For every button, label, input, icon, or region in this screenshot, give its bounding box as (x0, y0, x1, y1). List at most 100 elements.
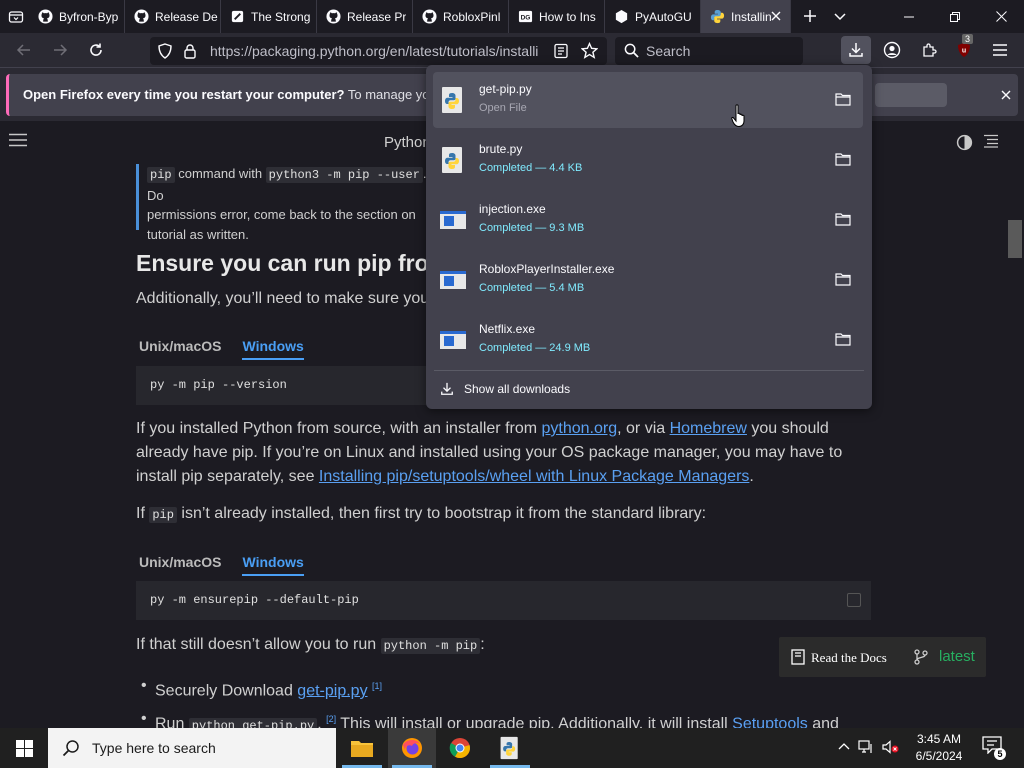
github-icon (421, 9, 437, 25)
clock[interactable]: 3:45 AM 6/5/2024 (908, 731, 970, 765)
tab-windows[interactable]: Windows (242, 338, 304, 360)
network-icon[interactable] (858, 740, 874, 754)
search-bar[interactable]: Search (615, 37, 803, 65)
link-python-org[interactable]: python.org (542, 420, 618, 437)
chrome-icon[interactable] (436, 728, 484, 768)
search-icon (62, 739, 80, 757)
tab-label: PyAutoGU (635, 9, 692, 24)
download-item[interactable]: get-pip.py Open File (433, 72, 863, 128)
folder-icon[interactable] (835, 212, 851, 226)
account-icon[interactable] (880, 38, 904, 62)
python-file-icon (439, 146, 467, 174)
copy-icon[interactable] (847, 593, 861, 607)
folder-icon[interactable] (835, 272, 851, 286)
download-filename: get-pip.py (479, 82, 532, 96)
tab-release-pr[interactable]: Release Pr (317, 0, 413, 33)
download-item[interactable]: injection.exe Completed — 9.3 MB (433, 192, 863, 248)
page-scrollbar[interactable] (1006, 121, 1024, 728)
link-homebrew[interactable]: Homebrew (670, 420, 747, 437)
tab-unix-macos[interactable]: Unix/macOS (139, 554, 221, 574)
tab-byfron[interactable]: Byfron-Byp (29, 0, 125, 33)
file-explorer-icon[interactable] (338, 728, 386, 768)
volume-muted-icon[interactable] (882, 740, 900, 754)
inline-code: python get-pip.py (188, 717, 318, 728)
svg-text:DG: DG (520, 14, 530, 21)
list-item: Securely Download get-pip.py [1] (141, 672, 839, 705)
python-icon[interactable] (486, 728, 534, 768)
tab-how-to-ins[interactable]: DG How to Ins (509, 0, 605, 33)
download-item[interactable]: RobloxPlayerInstaller.exe Completed — 5.… (433, 252, 863, 308)
tab-pyautogui[interactable]: PyAutoGU (605, 0, 701, 33)
downloads-panel: get-pip.py Open File brute.py Completed … (426, 65, 872, 409)
folder-icon[interactable] (835, 92, 851, 106)
download-icon (440, 382, 454, 396)
notification-bold-text: Open Firefox every time you restart your… (23, 87, 345, 102)
forward-arrow-icon[interactable] (48, 38, 72, 62)
ublock-icon[interactable]: u 3 (952, 34, 976, 62)
reader-view-icon[interactable] (553, 43, 569, 59)
list-text: Securely Download (155, 682, 298, 700)
download-item[interactable]: brute.py Completed — 4.4 KB (433, 132, 863, 188)
tab-installing[interactable]: Installin (701, 0, 791, 33)
exe-file-icon (439, 206, 467, 234)
footnote-ref[interactable]: [1] (372, 681, 382, 691)
minimize-window-button[interactable] (886, 0, 932, 33)
folder-icon[interactable] (835, 332, 851, 346)
extensions-puzzle-icon[interactable] (917, 38, 941, 62)
tab-label: RobloxPinl (443, 9, 501, 24)
shield-icon[interactable] (157, 43, 173, 59)
start-button[interactable] (0, 728, 48, 768)
paragraph-text: If you installed Python from source, wit… (136, 420, 542, 437)
scrollbar-thumb[interactable] (1008, 220, 1022, 258)
read-the-docs-flyout[interactable]: Read the Docs latest (779, 637, 986, 677)
page-title: Python (384, 134, 431, 151)
firefox-icon[interactable] (388, 728, 436, 768)
tab-the-strong[interactable]: The Strong (221, 0, 317, 33)
theme-toggle-icon[interactable] (956, 134, 973, 151)
bookmark-star-icon[interactable] (581, 42, 598, 59)
toc-icon[interactable] (984, 134, 998, 148)
list-all-tabs-icon[interactable] (4, 0, 28, 33)
bullet-list: Securely Download get-pip.py [1] Run pyt… (141, 672, 839, 728)
download-filename: brute.py (479, 142, 523, 156)
note-text: command with (178, 166, 263, 181)
menu-icon[interactable] (9, 133, 27, 147)
tab-robloxpinl[interactable]: RobloxPinl (413, 0, 509, 33)
downloads-button[interactable] (841, 36, 871, 64)
tab-label: Release De (155, 9, 218, 24)
new-tab-icon[interactable] (798, 4, 822, 28)
list-text: This will install or upgrade pip. Additi… (336, 715, 733, 728)
link-get-pip[interactable]: get-pip.py (297, 682, 367, 699)
download-item[interactable]: Netflix.exe Completed — 24.9 MB (433, 312, 863, 368)
chevron-down-icon[interactable] (828, 4, 852, 28)
note-text: tutorial as written. (147, 226, 249, 242)
hamburger-menu-icon[interactable] (988, 38, 1012, 62)
taskbar-search-box[interactable]: Type here to search (48, 728, 336, 768)
back-arrow-icon[interactable] (12, 38, 36, 62)
tab-unix-macos[interactable]: Unix/macOS (139, 338, 221, 358)
show-all-downloads-button[interactable]: Show all downloads (440, 378, 570, 400)
close-icon[interactable] (997, 86, 1015, 104)
link-linux-package-managers[interactable]: Installing pip/setuptools/wheel with Lin… (319, 468, 749, 485)
address-bar[interactable]: https://packaging.python.org/en/latest/t… (150, 37, 607, 65)
tab-windows[interactable]: Windows (242, 554, 304, 576)
paragraph: Additionally, you’ll need to make sure y… (136, 290, 430, 307)
chevron-up-icon[interactable] (838, 741, 850, 753)
code-block: py -m ensurepip --default-pip (136, 581, 871, 620)
reload-icon[interactable] (84, 38, 108, 62)
tab-release-de[interactable]: Release De (125, 0, 221, 33)
footnote-ref[interactable]: [2] (326, 714, 336, 724)
notification-center-icon[interactable]: 5 (982, 736, 1006, 760)
folder-icon[interactable] (835, 152, 851, 166)
restore-window-button[interactable] (932, 0, 978, 33)
download-status: Completed — 4.4 KB (479, 162, 583, 174)
download-filename: injection.exe (479, 202, 546, 216)
close-tab-icon[interactable] (768, 8, 784, 24)
close-window-button[interactable] (978, 0, 1024, 33)
tab-label: Release Pr (347, 9, 407, 24)
link-setuptools[interactable]: Setuptools (732, 716, 808, 728)
inline-code: pip (149, 507, 177, 523)
notification-action-button[interactable] (875, 83, 947, 107)
lock-icon[interactable] (183, 43, 197, 59)
paragraph: If pip isn’t already installed, then fir… (136, 502, 706, 527)
